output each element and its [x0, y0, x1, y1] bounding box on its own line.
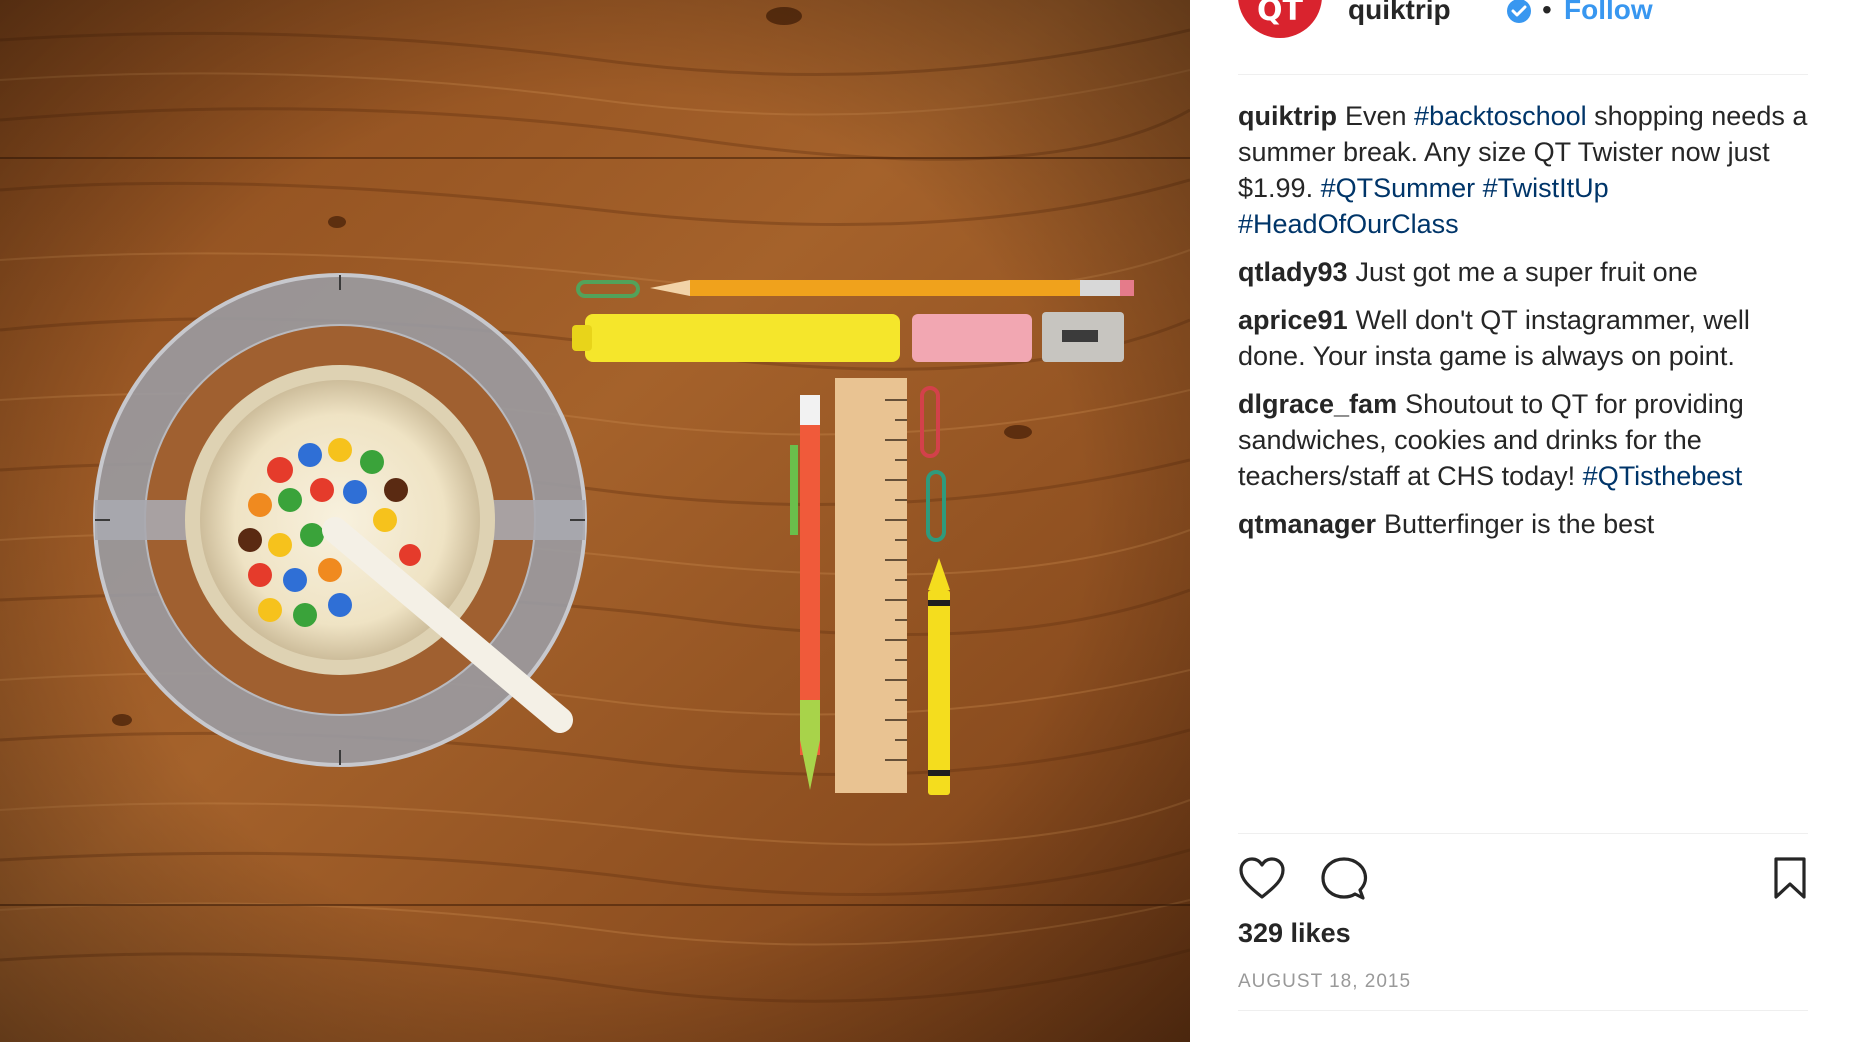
post-header: QT quiktrip • Follow [1238, 0, 1808, 38]
post-image[interactable] [0, 0, 1190, 1042]
comments-list: quiktrip Even #backtoschool shopping need… [1238, 98, 1818, 554]
avatar-logo-text: QT [1257, 0, 1303, 28]
comment-item: qtmanager Butterfinger is the best [1238, 506, 1818, 542]
follow-button[interactable]: Follow [1564, 0, 1653, 26]
post-actions-bar [1238, 856, 1808, 904]
header-divider [1238, 74, 1808, 75]
comment-text: Butterfinger is the best [1384, 509, 1655, 539]
hashtag-link[interactable]: #HeadOfOurClass [1238, 209, 1459, 239]
comment-username[interactable]: qtlady93 [1238, 257, 1348, 287]
hashtag-link[interactable]: #QTSummer [1321, 173, 1476, 203]
comment-item: aprice91 Well don't QT instagrammer, well… [1238, 302, 1818, 374]
caption-text: Even [1345, 101, 1415, 131]
actions-divider [1238, 833, 1808, 834]
post-date[interactable]: AUGUST 18, 2015 [1238, 971, 1411, 993]
comment-username[interactable]: qtmanager [1238, 509, 1376, 539]
comment-username[interactable]: aprice91 [1238, 305, 1348, 335]
bookmark-icon[interactable] [1772, 856, 1808, 900]
heart-icon[interactable] [1238, 856, 1286, 900]
hashtag-link[interactable]: #backtoschool [1414, 101, 1587, 131]
caption: quiktrip Even #backtoschool shopping need… [1238, 98, 1818, 242]
comment-icon[interactable] [1320, 856, 1368, 902]
caption-username[interactable]: quiktrip [1238, 101, 1337, 131]
comment-item: dlgrace_fam Shoutout to QT for providing … [1238, 386, 1818, 494]
footer-divider [1238, 1010, 1808, 1011]
hashtag-link[interactable]: #TwistItUp [1483, 173, 1609, 203]
comment-text: Just got me a super fruit one [1355, 257, 1698, 287]
verified-badge-icon [1507, 0, 1531, 23]
hashtag-link[interactable]: #QTisthebest [1583, 461, 1743, 491]
comment-username[interactable]: dlgrace_fam [1238, 389, 1397, 419]
caption-text [1475, 173, 1483, 203]
likes-count[interactable]: 329 likes [1238, 918, 1351, 949]
header-separator: • [1542, 0, 1552, 25]
comment-item: qtlady93 Just got me a super fruit one [1238, 254, 1818, 290]
post-username[interactable]: quiktrip [1348, 0, 1451, 26]
avatar[interactable]: QT [1238, 0, 1322, 38]
post-photo-illustration [0, 0, 1190, 1042]
post-side-panel: QT quiktrip • Follow quiktrip Even #backt… [1190, 0, 1854, 1042]
